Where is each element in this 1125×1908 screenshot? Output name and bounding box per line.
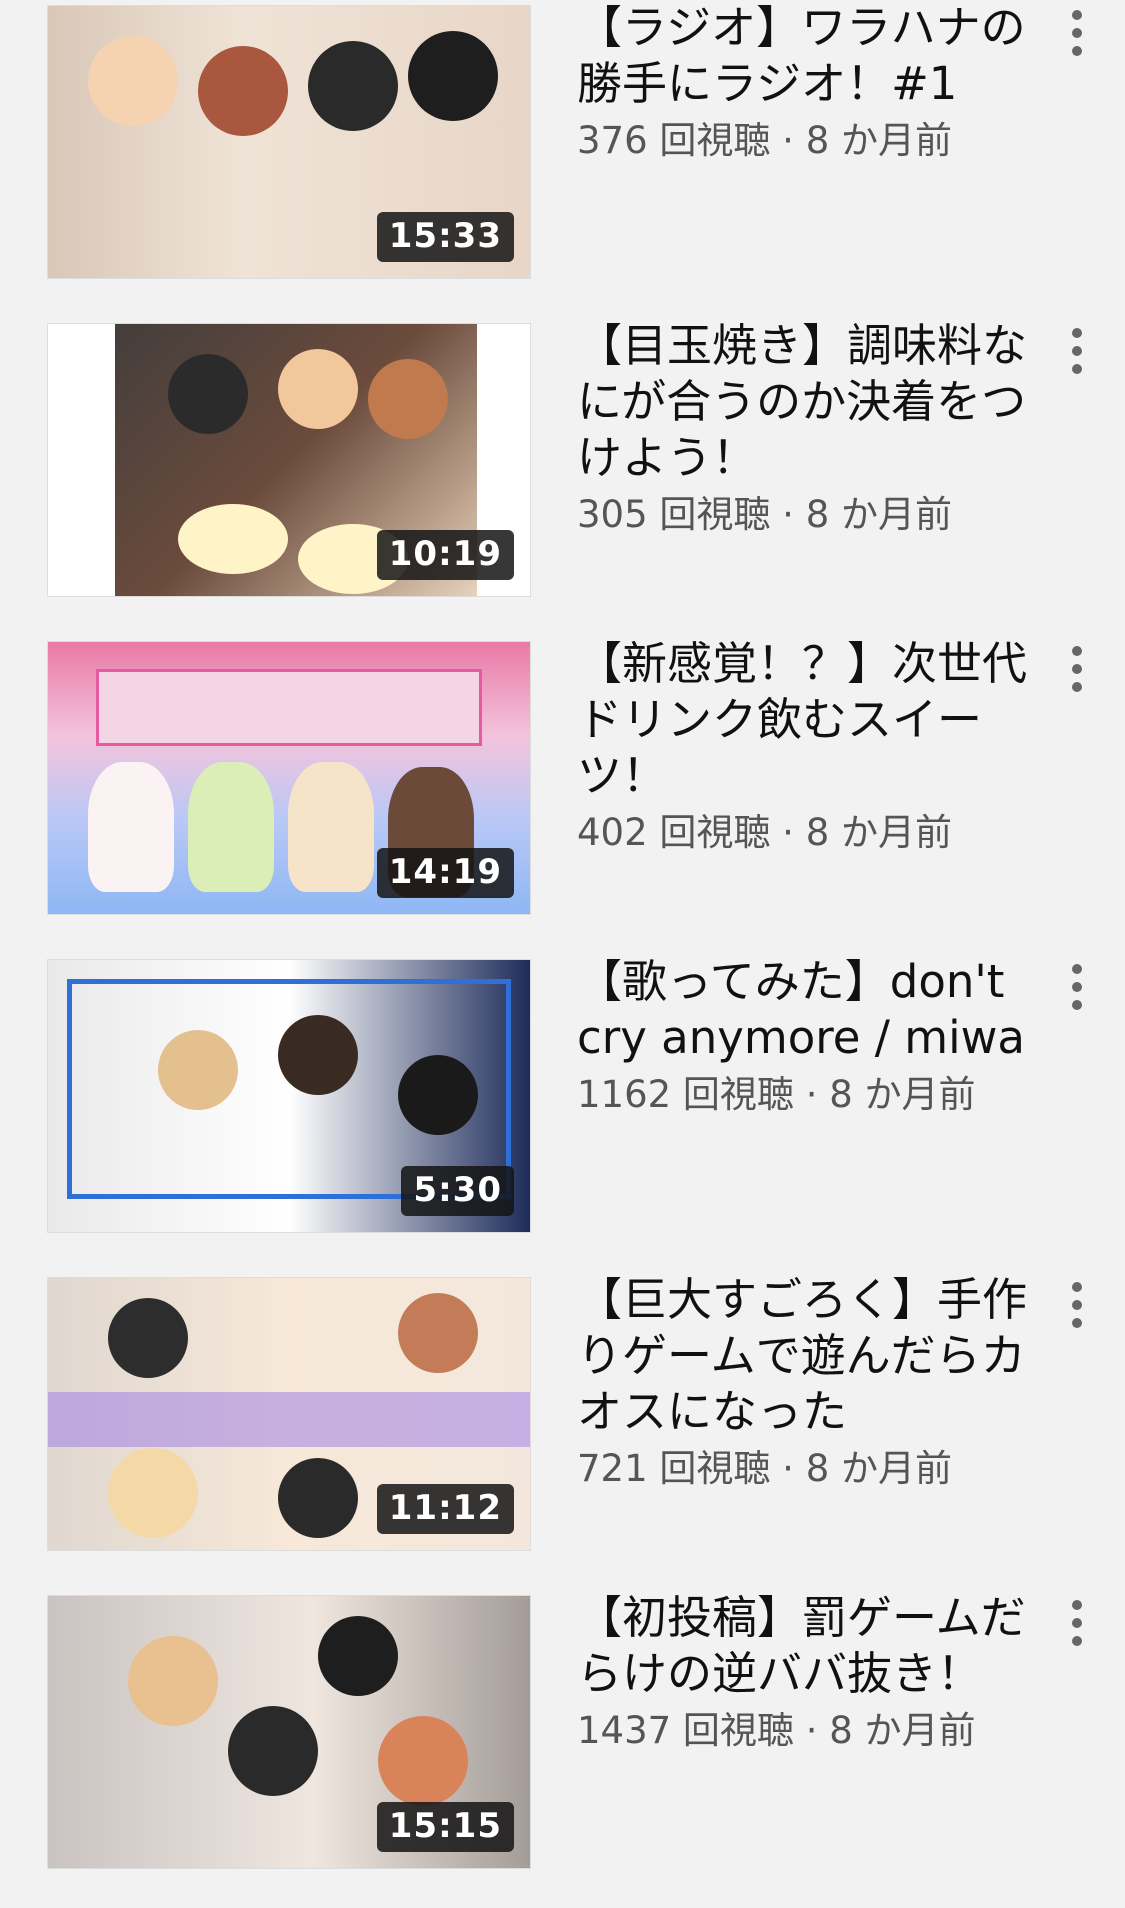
stats-separator: · [770,119,806,162]
video-list: 15:33 【ラジオ】ワラハナの勝手にラジオ！#1 376 回視聴 · 8 か月… [0,0,1125,1869]
video-thumbnail[interactable]: 11:12 [47,1277,531,1551]
video-duration: 10:19 [376,530,514,580]
stats-separator: · [770,1447,806,1490]
video-thumbnail[interactable]: 5:30 [47,959,531,1233]
video-thumbnail[interactable]: 10:19 [47,323,531,597]
view-count: 721 回視聴 [577,1447,771,1490]
view-count: 305 回視聴 [577,493,771,536]
more-vert-icon[interactable] [1062,964,1092,1010]
stats-separator: · [793,1073,830,1116]
upload-age: 8 か月前 [829,1073,976,1116]
video-item[interactable]: 5:30 【歌ってみた】don't cry anymore / miwa 116… [0,954,1125,1272]
stats-separator: · [793,1709,830,1752]
video-meta: 【目玉焼き】調味料なにが合うのか決着をつけよう！ 305 回視聴 · 8 か月前 [577,318,1027,542]
video-stats: 305 回視聴 · 8 か月前 [577,488,1027,542]
thumbnail-figure [88,36,178,126]
video-meta: 【ラジオ】ワラハナの勝手にラジオ！#1 376 回視聴 · 8 か月前 [577,0,1027,168]
thumbnail-figure [198,46,288,136]
thumbnail-figure [108,1298,188,1378]
more-vert-icon[interactable] [1062,646,1092,692]
thumbnail-banner [48,1392,530,1447]
thumbnail-figure [368,359,448,439]
video-duration: 15:15 [376,1802,514,1852]
thumbnail-figure [178,504,288,574]
more-vert-icon[interactable] [1062,10,1092,56]
video-item[interactable]: 11:12 【巨大すごろく】手作りゲームで遊んだらカオスになった 721 回視聴… [0,1272,1125,1590]
thumbnail-figure [278,349,358,429]
video-stats: 376 回視聴 · 8 か月前 [577,114,1027,168]
video-thumbnail[interactable]: 14:19 [47,641,531,915]
video-meta: 【歌ってみた】don't cry anymore / miwa 1162 回視聴… [577,954,1027,1122]
thumbnail-side-panel [48,324,116,596]
thumbnail-banner [96,669,482,746]
thumbnail-figure [378,1716,468,1806]
video-stats: 1162 回視聴 · 8 か月前 [577,1068,1027,1122]
video-stats: 721 回視聴 · 8 か月前 [577,1442,1027,1496]
thumbnail-figure [278,1015,358,1095]
video-title[interactable]: 【目玉焼き】調味料なにが合うのか決着をつけよう！ [577,318,1027,486]
stats-separator: · [770,493,806,536]
thumbnail-figure [398,1293,478,1373]
video-title[interactable]: 【ラジオ】ワラハナの勝手にラジオ！#1 [577,0,1027,112]
thumbnail-figure [398,1055,478,1135]
video-item[interactable]: 14:19 【新感覚！？】次世代ドリンク飲むスイーツ！ 402 回視聴 · 8 … [0,636,1125,954]
thumbnail-figure [128,1636,218,1726]
upload-age: 8 か月前 [805,493,952,536]
video-stats: 402 回視聴 · 8 か月前 [577,806,1027,860]
thumbnail-cup [188,762,274,892]
video-duration: 14:19 [376,848,514,898]
upload-age: 8 か月前 [829,1709,976,1752]
thumbnail-cup [88,762,174,892]
video-meta: 【初投稿】罰ゲームだらけの逆ババ抜き！ 1437 回視聴 · 8 か月前 [577,1590,1027,1758]
video-meta: 【新感覚！？】次世代ドリンク飲むスイーツ！ 402 回視聴 · 8 か月前 [577,636,1027,860]
more-vert-icon[interactable] [1062,1282,1092,1328]
more-vert-icon[interactable] [1062,328,1092,374]
video-stats: 1437 回視聴 · 8 か月前 [577,1704,1027,1758]
video-meta: 【巨大すごろく】手作りゲームで遊んだらカオスになった 721 回視聴 · 8 か… [577,1272,1027,1496]
upload-age: 8 か月前 [805,119,952,162]
thumbnail-figure [308,41,398,131]
thumbnail-figure [278,1458,358,1538]
video-item[interactable]: 15:15 【初投稿】罰ゲームだらけの逆ババ抜き！ 1437 回視聴 · 8 か… [0,1590,1125,1908]
more-vert-icon[interactable] [1062,1600,1092,1646]
video-duration: 15:33 [376,212,514,262]
view-count: 376 回視聴 [577,119,771,162]
video-duration: 5:30 [401,1166,514,1216]
thumbnail-figure [158,1030,238,1110]
view-count: 1162 回視聴 [577,1073,794,1116]
video-item[interactable]: 15:33 【ラジオ】ワラハナの勝手にラジオ！#1 376 回視聴 · 8 か月… [0,0,1125,318]
video-thumbnail[interactable]: 15:33 [47,5,531,279]
thumbnail-figure [108,1448,198,1538]
thumbnail-figure [318,1616,398,1696]
upload-age: 8 か月前 [805,811,952,854]
view-count: 1437 回視聴 [577,1709,794,1752]
view-count: 402 回視聴 [577,811,771,854]
video-duration: 11:12 [376,1484,514,1534]
video-item[interactable]: 10:19 【目玉焼き】調味料なにが合うのか決着をつけよう！ 305 回視聴 ·… [0,318,1125,636]
video-title[interactable]: 【新感覚！？】次世代ドリンク飲むスイーツ！ [577,636,1027,804]
thumbnail-figure [228,1706,318,1796]
upload-age: 8 か月前 [805,1447,952,1490]
stats-separator: · [770,811,806,854]
video-title[interactable]: 【初投稿】罰ゲームだらけの逆ババ抜き！ [577,1590,1027,1702]
thumbnail-figure [168,354,248,434]
video-title[interactable]: 【巨大すごろく】手作りゲームで遊んだらカオスになった [577,1272,1027,1440]
thumbnail-cup [288,762,374,892]
thumbnail-figure [408,31,498,121]
video-title[interactable]: 【歌ってみた】don't cry anymore / miwa [577,954,1027,1066]
video-thumbnail[interactable]: 15:15 [47,1595,531,1869]
